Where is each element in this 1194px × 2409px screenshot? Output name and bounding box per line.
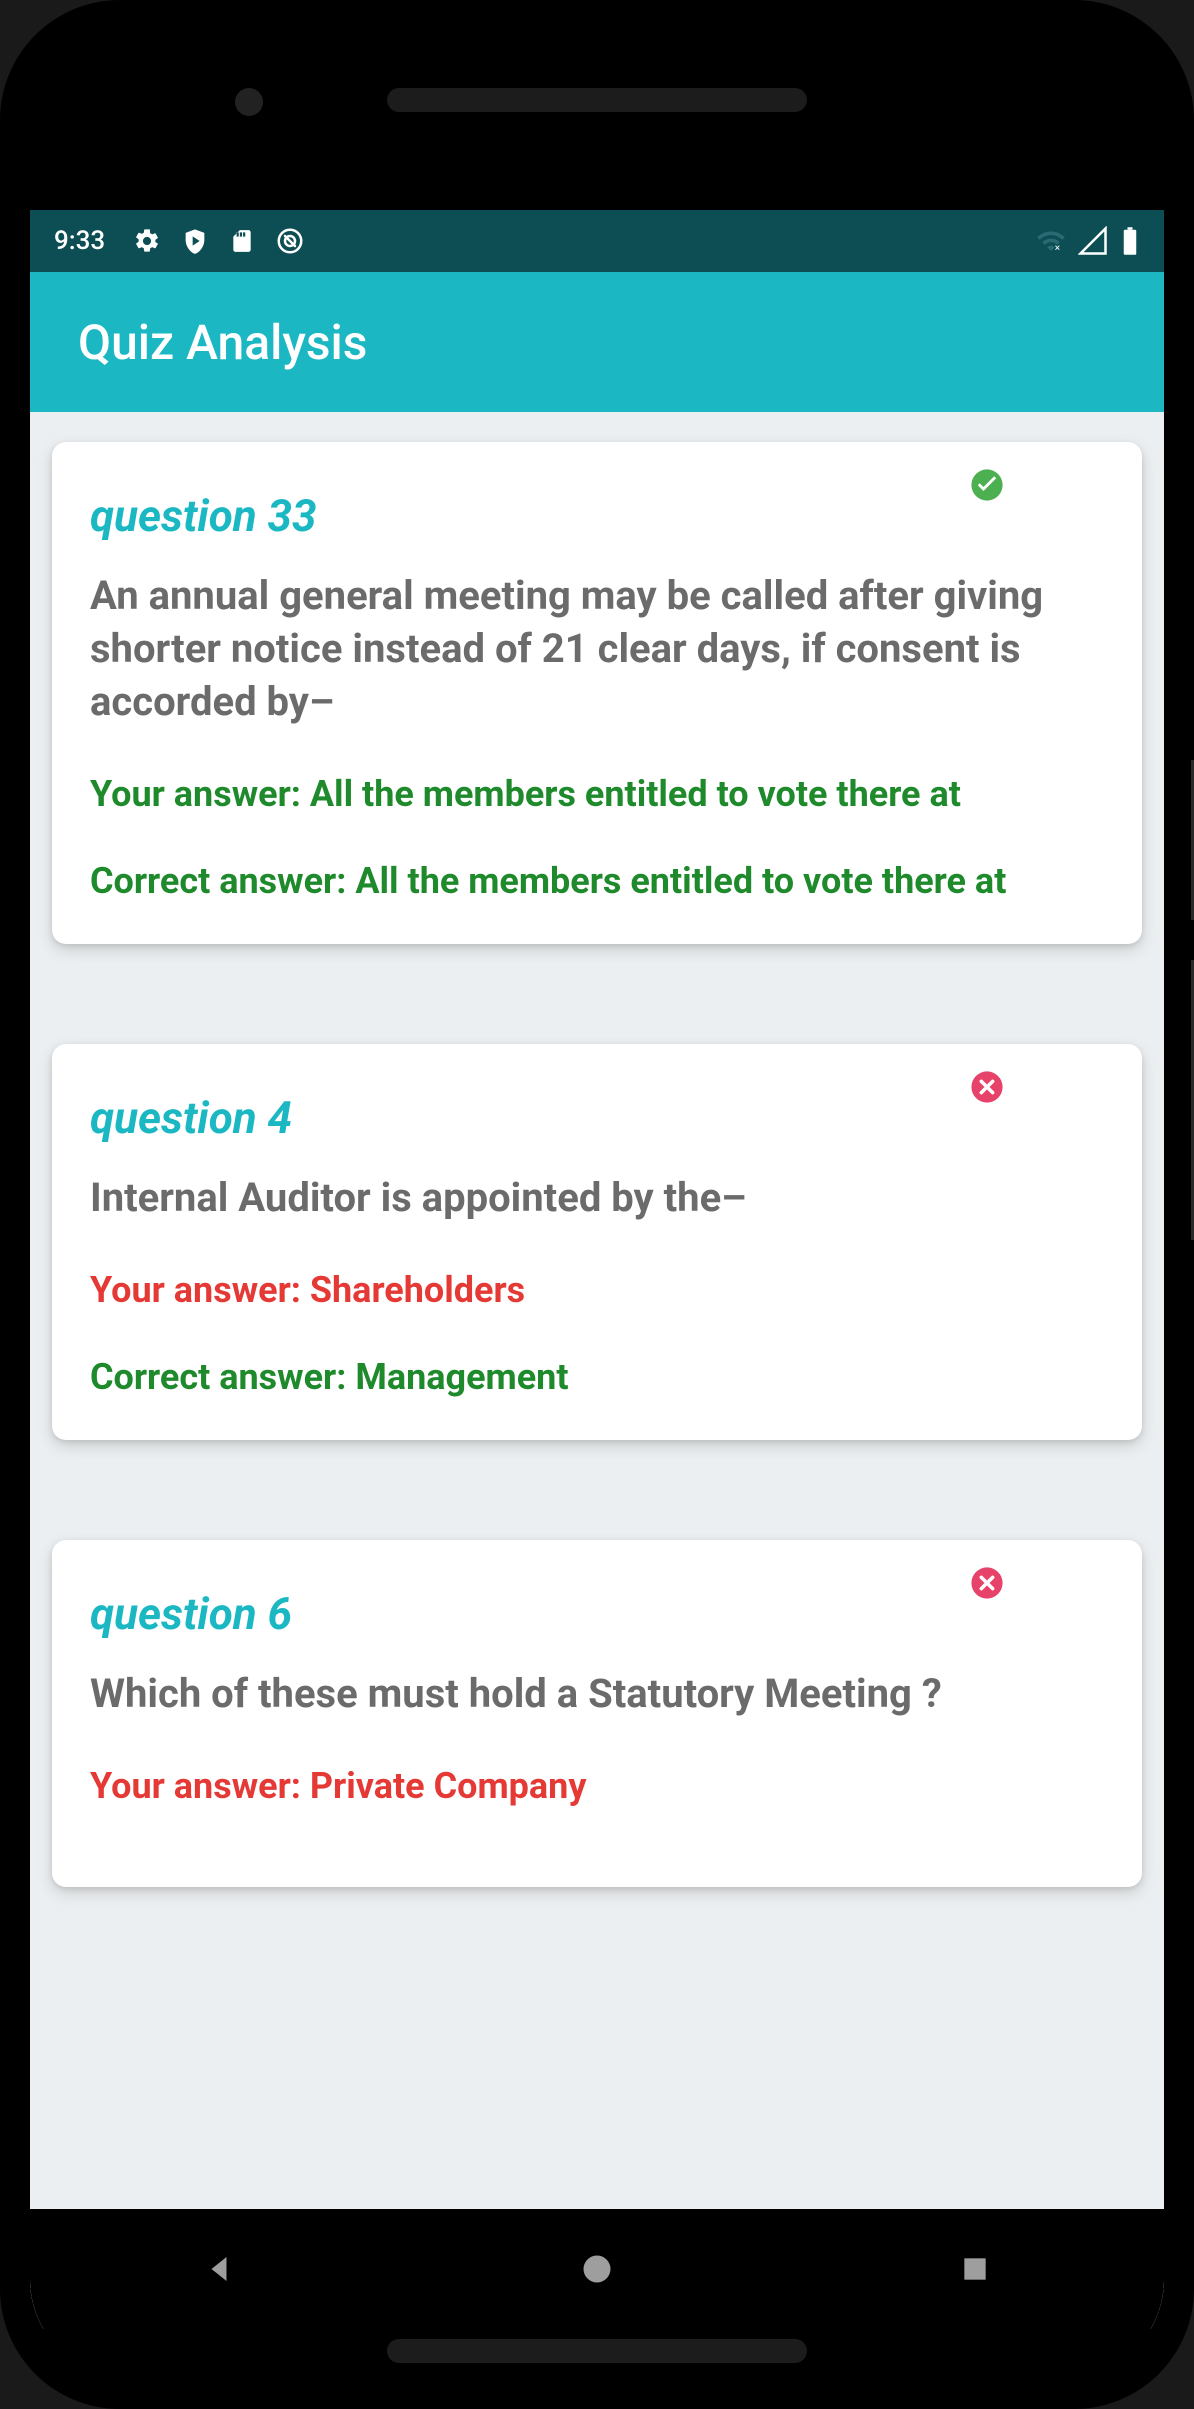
question-text: Which of these must hold a Statutory Mee… [90, 1668, 1104, 1721]
camera-dot [235, 88, 263, 116]
question-text: An annual general meeting may be called … [90, 570, 1104, 728]
back-button[interactable] [199, 2249, 239, 2289]
recents-button[interactable] [955, 2249, 995, 2289]
wifi-off-icon: × [1036, 226, 1066, 256]
home-button[interactable] [577, 2249, 617, 2289]
signal-icon [1078, 226, 1108, 256]
play-shield-icon [181, 227, 209, 255]
question-label: question 6 [90, 1588, 1104, 1640]
status-time: 9:33 [54, 226, 105, 256]
correct-answer: Correct answer: Management [90, 1353, 1104, 1402]
question-card: question 4 Internal Auditor is appointed… [52, 1044, 1142, 1440]
phone-bezel: 9:33 × [30, 30, 1164, 2379]
question-label: question 33 [90, 490, 1104, 542]
phone-frame: 9:33 × [0, 0, 1194, 2409]
content-scroll[interactable]: question 33 An annual general meeting ma… [30, 412, 1164, 2329]
nav-bar [30, 2209, 1164, 2329]
settings-icon [133, 227, 161, 255]
battery-icon [1120, 226, 1140, 256]
speaker-bottom [387, 2339, 807, 2363]
app-bar: Quiz Analysis [30, 272, 1164, 412]
app-title: Quiz Analysis [78, 314, 367, 371]
circle-icon [275, 226, 305, 256]
your-answer: Your answer: All the members entitled to… [90, 770, 1104, 819]
question-card: question 6 Which of these must hold a St… [52, 1540, 1142, 1887]
screen: 9:33 × [30, 210, 1164, 2329]
your-answer: Your answer: Shareholders [90, 1266, 1104, 1315]
x-circle-icon [970, 1070, 1004, 1104]
status-bar: 9:33 × [30, 210, 1164, 272]
question-text: Internal Auditor is appointed by the– [90, 1172, 1104, 1225]
question-label: question 4 [90, 1092, 1104, 1144]
x-circle-icon [970, 1566, 1004, 1600]
status-right: × [1036, 226, 1140, 256]
status-left: 9:33 [54, 226, 305, 256]
speaker-top [387, 88, 807, 112]
svg-text:×: × [1055, 243, 1060, 254]
check-circle-icon [970, 468, 1004, 502]
correct-answer: Correct answer: All the members entitled… [90, 857, 1104, 906]
sd-card-icon [229, 228, 255, 254]
question-card: question 33 An annual general meeting ma… [52, 442, 1142, 944]
your-answer: Your answer: Private Company [90, 1762, 1104, 1811]
